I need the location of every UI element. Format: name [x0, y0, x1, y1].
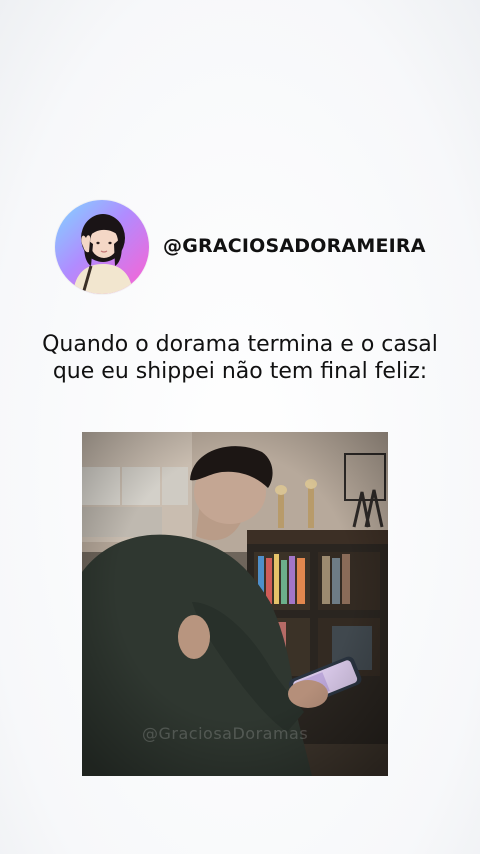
- page-background: @GRACIOSADORAMEIRA Quando o dorama termi…: [0, 0, 480, 854]
- post-media[interactable]: @GraciosaDoramas: [82, 432, 388, 776]
- profile-handle[interactable]: @GRACIOSADORAMEIRA: [163, 235, 426, 257]
- avatar-illustration: [73, 214, 133, 294]
- profile-avatar[interactable]: [55, 200, 149, 294]
- post-caption: Quando o dorama termina e o casal que eu…: [42, 332, 438, 384]
- profile-header: @GRACIOSADORAMEIRA: [55, 200, 435, 296]
- media-watermark: @GraciosaDoramas: [142, 724, 309, 743]
